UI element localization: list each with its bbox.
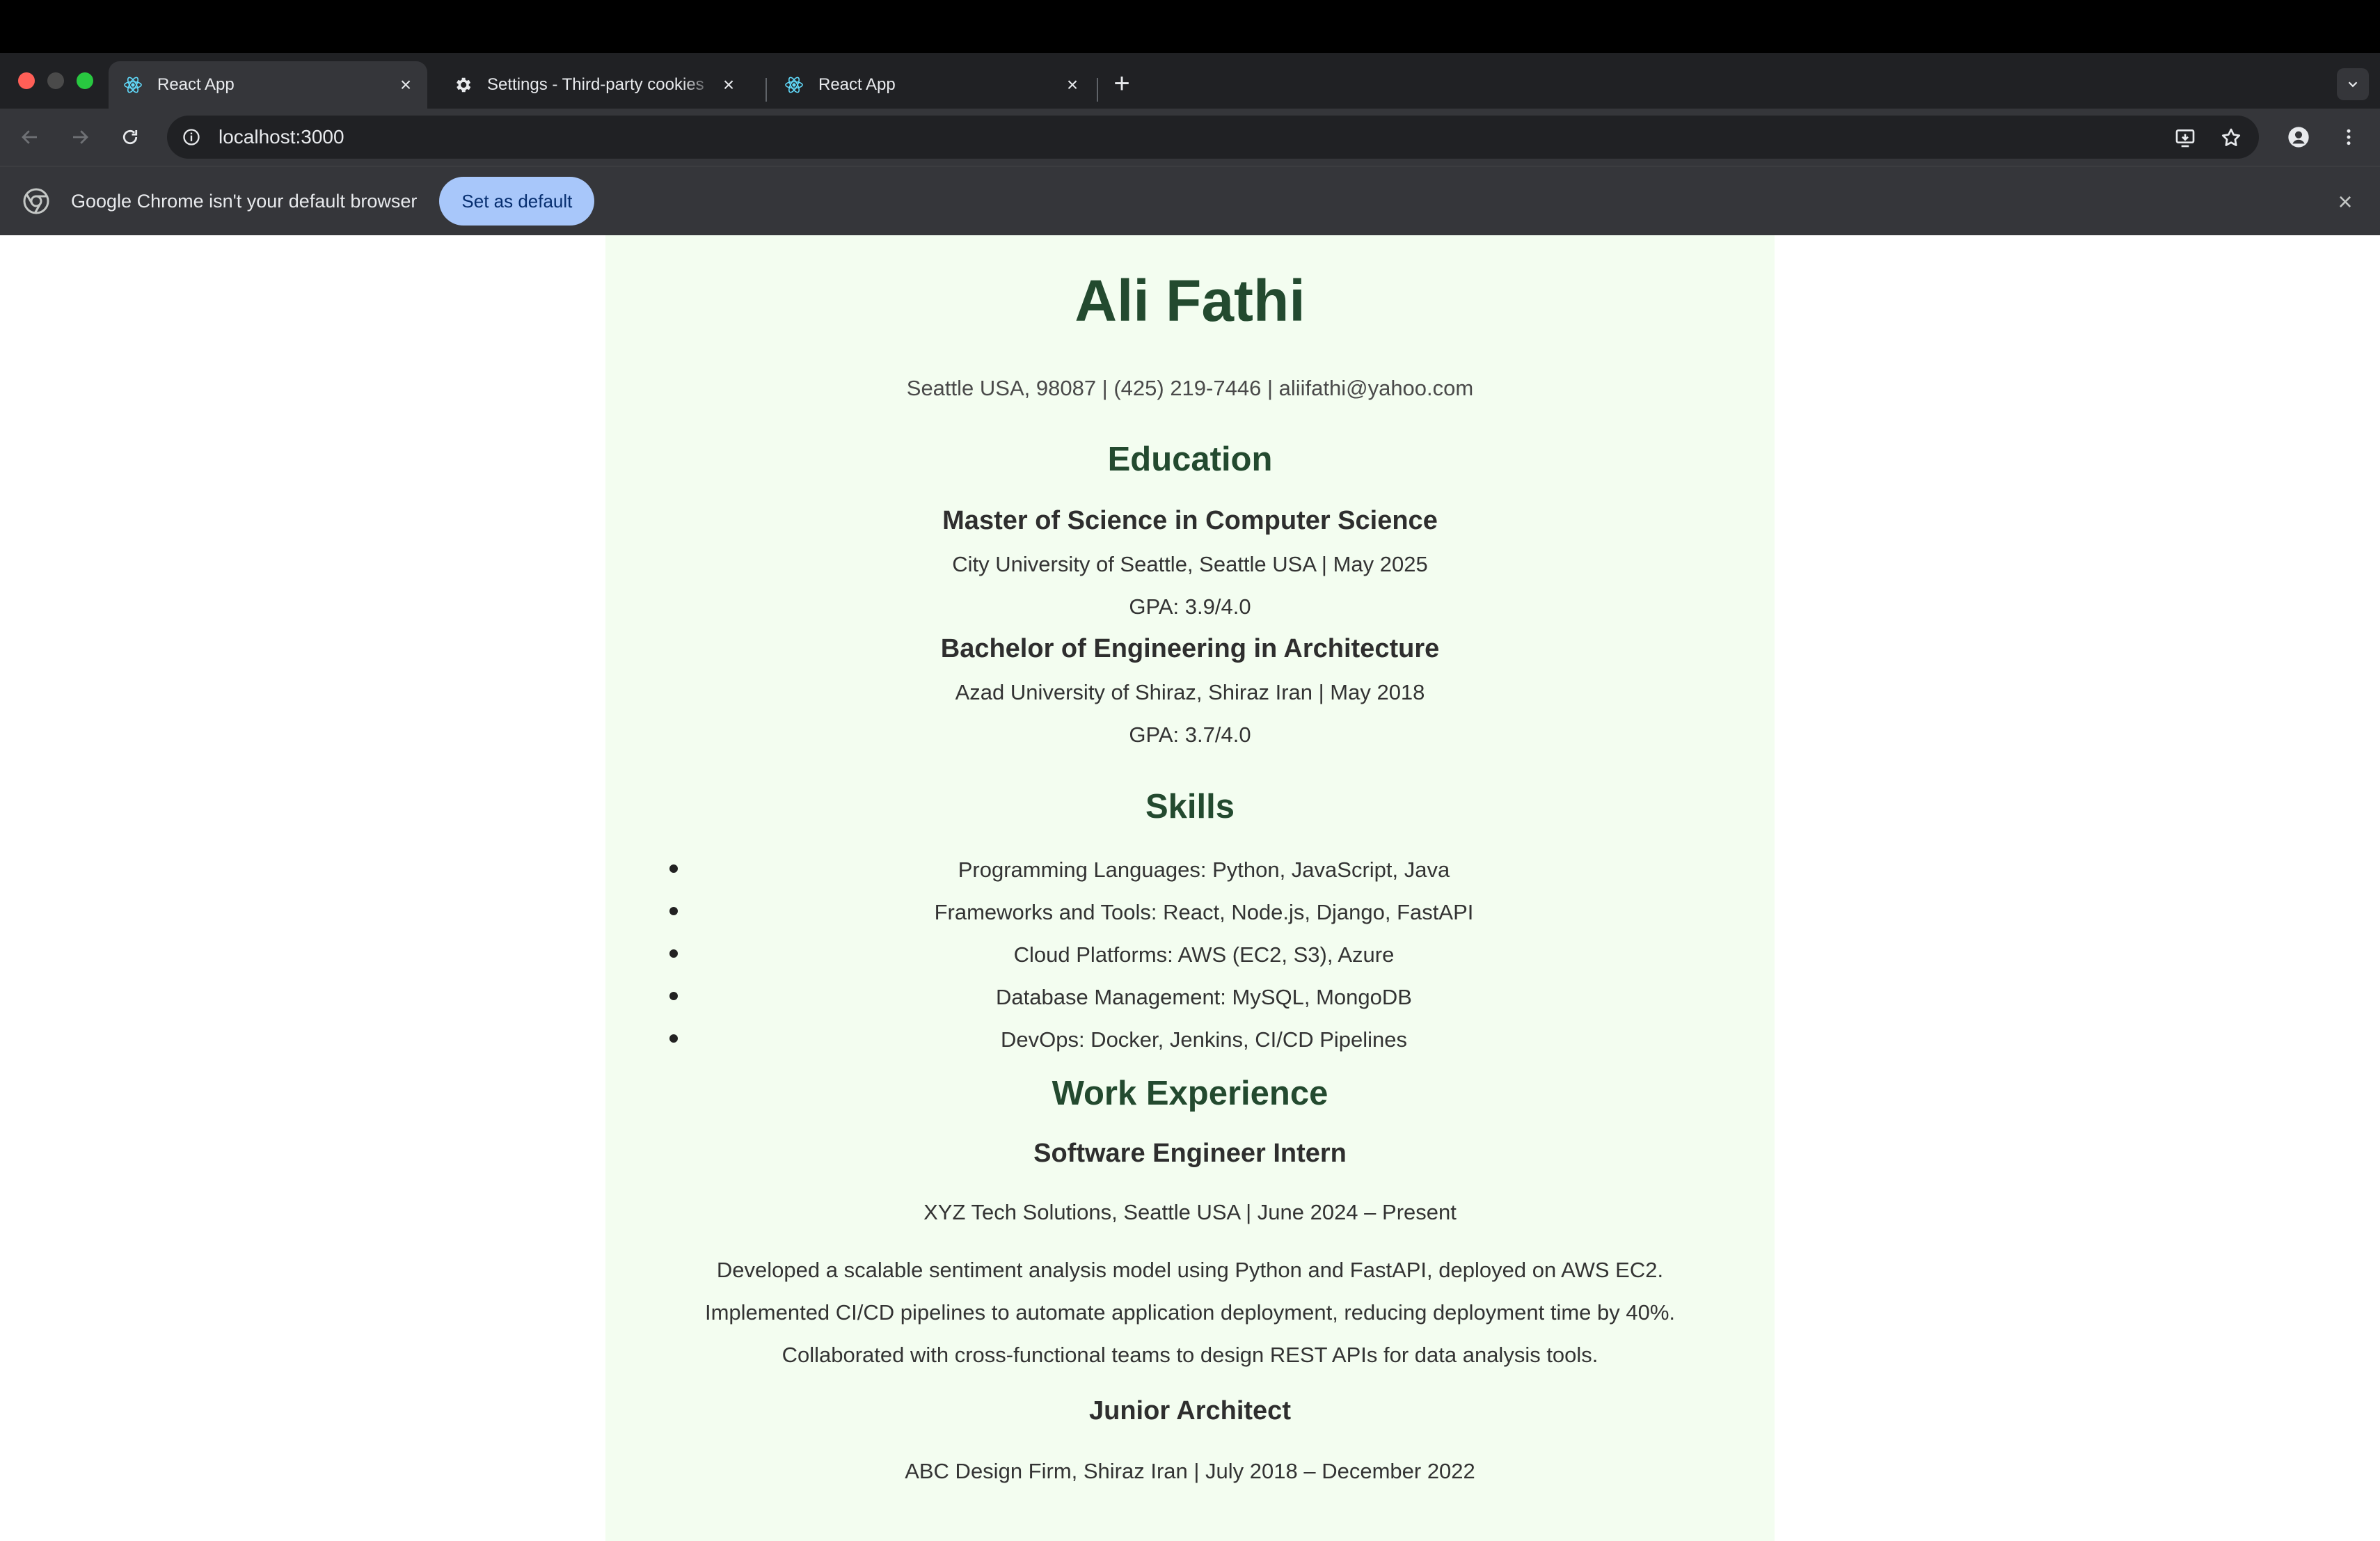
bullet (669, 992, 678, 1000)
tab-settings[interactable]: Settings - Third-party cookies × (438, 61, 759, 109)
contact-info: Seattle USA, 98087 | (425) 219-7446 | al… (906, 376, 1474, 400)
tab-search-button[interactable] (2337, 68, 2369, 100)
skills-heading: Skills (1145, 788, 1235, 825)
window-top-bar (0, 0, 2380, 53)
profile-button[interactable] (2283, 121, 2315, 153)
bullet (669, 864, 678, 873)
tab-separator (1097, 78, 1098, 102)
resume-container: Ali Fathi Seattle USA, 98087 | (425) 219… (605, 235, 1775, 1541)
education-heading: Education (1107, 441, 1273, 478)
degree-title: Bachelor of Engineering in Architecture (940, 634, 1440, 663)
close-infobar-icon[interactable]: × (2331, 188, 2359, 216)
school-info: Azad University of Shiraz, Shiraz Iran |… (955, 680, 1425, 704)
company-info: XYZ Tech Solutions, Seattle USA | June 2… (923, 1200, 1457, 1224)
job-detail: Collaborated with cross-functional teams… (782, 1343, 1598, 1367)
close-tab-icon[interactable]: × (394, 73, 418, 97)
window-controls (18, 72, 93, 89)
skill-text: Cloud Platforms: AWS (EC2, S3), Azure (1013, 942, 1395, 967)
site-info-icon[interactable] (180, 125, 203, 149)
list-item: Cloud Platforms: AWS (EC2, S3), Azure (605, 944, 1775, 986)
page-viewport: Ali Fathi Seattle USA, 98087 | (425) 219… (0, 235, 2380, 1541)
skill-text: Frameworks and Tools: React, Node.js, Dj… (934, 900, 1474, 924)
list-item: Programming Languages: Python, JavaScrip… (605, 859, 1775, 901)
tab-react-app-active[interactable]: React App × (109, 61, 427, 109)
tab-separator (765, 78, 767, 102)
close-window-button[interactable] (18, 72, 35, 89)
chrome-icon (23, 188, 49, 214)
bullet (669, 949, 678, 958)
react-icon (784, 74, 804, 95)
resume-name: Ali Fathi (1074, 268, 1306, 333)
bullet (669, 1034, 678, 1043)
arrow-right-icon (73, 130, 88, 144)
minimize-window-button[interactable] (47, 72, 64, 89)
set-as-default-button[interactable]: Set as default (439, 177, 595, 226)
company-info: ABC Design Firm, Shiraz Iran | July 2018… (905, 1459, 1475, 1483)
close-tab-icon[interactable]: × (717, 73, 740, 97)
tab-title: Settings - Third-party cookies (487, 75, 704, 94)
kebab-menu-icon (2347, 129, 2351, 145)
job-title: Software Engineer Intern (1033, 1139, 1347, 1168)
url-text[interactable]: localhost:3000 (219, 126, 344, 148)
list-item: DevOps: Docker, Jenkins, CI/CD Pipelines (605, 1029, 1775, 1071)
react-icon (122, 74, 143, 95)
gear-icon (452, 74, 473, 95)
new-tab-button[interactable]: + (1108, 70, 1136, 97)
forward-button[interactable] (64, 121, 96, 153)
list-item: Database Management: MySQL, MongoDB (605, 986, 1775, 1029)
tab-react-app[interactable]: React App × (770, 61, 1094, 109)
school-info: City University of Seattle, Seattle USA … (952, 552, 1428, 576)
job-title: Junior Architect (1089, 1396, 1291, 1425)
bookmark-star-icon[interactable] (2219, 125, 2244, 150)
degree-title: Master of Science in Computer Science (942, 506, 1438, 535)
close-tab-icon[interactable]: × (1061, 73, 1084, 97)
skill-text: Database Management: MySQL, MongoDB (996, 985, 1412, 1009)
maximize-window-button[interactable] (77, 72, 93, 89)
install-app-icon[interactable] (2173, 125, 2198, 150)
bullet (669, 907, 678, 915)
work-experience-heading: Work Experience (1052, 1075, 1328, 1112)
address-bar[interactable]: localhost:3000 (167, 116, 2259, 159)
gpa: GPA: 3.9/4.0 (1129, 594, 1251, 619)
tab-title: React App (157, 75, 235, 94)
reload-button[interactable] (114, 121, 146, 153)
job-detail: Implemented CI/CD pipelines to automate … (704, 1300, 1676, 1325)
reload-icon (122, 129, 138, 145)
default-browser-infobar: Google Chrome isn't your default browser… (0, 166, 2380, 235)
tab-strip: React App × Settings - Third-party cooki… (0, 53, 2380, 109)
menu-button[interactable] (2333, 121, 2365, 153)
job-detail: Developed a scalable sentiment analysis … (716, 1258, 1664, 1282)
infobar-message: Google Chrome isn't your default browser (71, 190, 418, 212)
skill-text: Programming Languages: Python, JavaScrip… (958, 858, 1450, 882)
skill-text: DevOps: Docker, Jenkins, CI/CD Pipelines (1000, 1027, 1408, 1052)
profile-icon (2288, 127, 2309, 148)
arrow-left-icon (22, 130, 37, 144)
chevron-down-icon (2348, 81, 2358, 88)
gpa: GPA: 3.7/4.0 (1129, 722, 1251, 747)
back-button[interactable] (14, 121, 46, 153)
browser-toolbar: localhost:3000 (0, 109, 2380, 166)
skills-list: Programming Languages: Python, JavaScrip… (605, 859, 1775, 1071)
list-item: Frameworks and Tools: React, Node.js, Dj… (605, 901, 1775, 944)
tab-title: React App (818, 75, 896, 94)
